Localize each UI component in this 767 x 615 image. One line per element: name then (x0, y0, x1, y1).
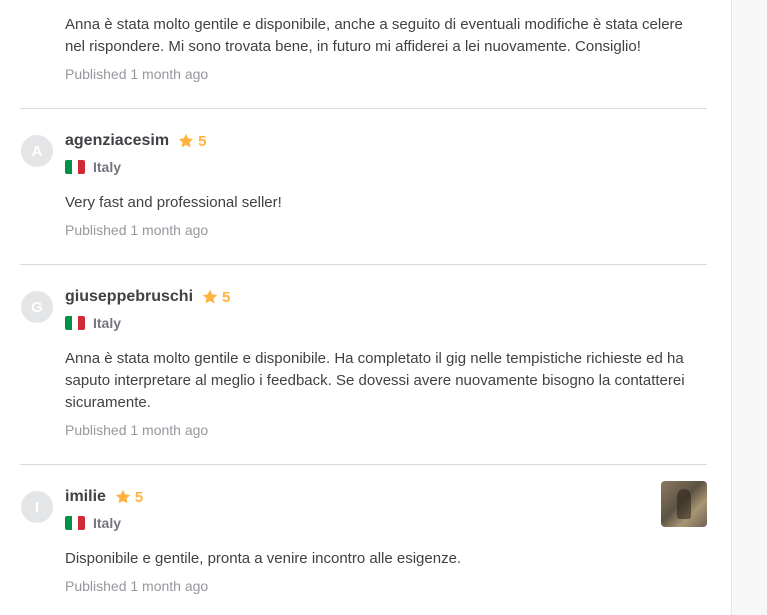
italy-flag-icon (65, 160, 85, 174)
avatar[interactable]: A (21, 135, 53, 167)
divider (20, 464, 707, 465)
star-icon (178, 133, 194, 148)
review-text: Anna è stata molto gentile e disponibile… (65, 350, 685, 411)
avatar[interactable]: G (21, 291, 53, 323)
review-text: Disponibile e gentile, pronta a venire i… (65, 550, 462, 567)
divider (20, 108, 707, 109)
review-published-date: Published 1 month ago (65, 222, 209, 238)
review-text: Anna è stata molto gentile e disponibile… (65, 16, 683, 55)
reviewer-country: Italy (93, 515, 122, 531)
rating-value: 5 (222, 288, 231, 306)
review-image-thumbnail[interactable] (661, 481, 707, 527)
reviewer-username[interactable]: imilie (65, 488, 106, 506)
reviewer-username[interactable]: agenziacesim (65, 132, 169, 150)
reviewer-country: Italy (93, 159, 122, 175)
italy-flag-icon (65, 316, 85, 330)
reviewer-country: Italy (93, 315, 122, 331)
review-published-date: Published 1 month ago (65, 422, 209, 438)
rating-value: 5 (134, 488, 144, 506)
italy-flag-icon (65, 516, 85, 530)
star-icon (202, 289, 218, 304)
review-published-date: Published 1 month ago (65, 66, 209, 82)
review-text: Very fast and professional seller! (65, 194, 282, 211)
avatar[interactable]: I (21, 491, 53, 523)
rating-value: 5 (198, 132, 207, 150)
reviewer-username[interactable]: giuseppebruschi (65, 288, 193, 306)
star-icon (115, 489, 131, 504)
review-item: Anna è stata molto gentile e disponibile… (65, 14, 705, 82)
divider (20, 264, 707, 265)
sidebar-panel (731, 0, 767, 615)
review-published-date: Published 1 month ago (65, 578, 209, 594)
